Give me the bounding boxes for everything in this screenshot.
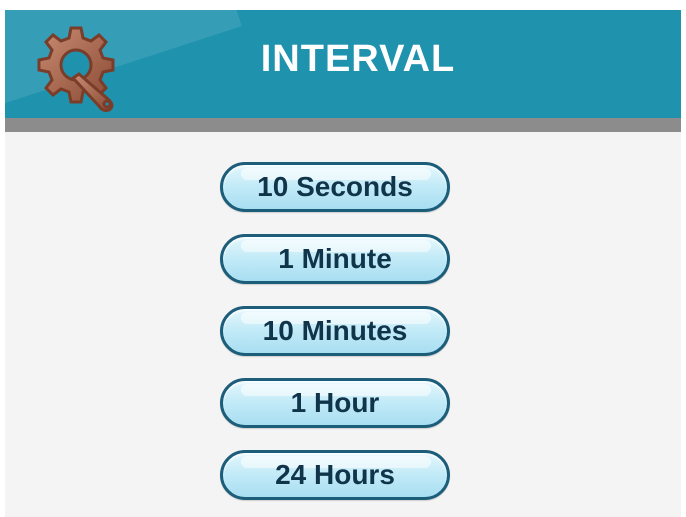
- page-title: INTERVAL: [260, 38, 456, 80]
- option-1-minute-button[interactable]: 1 Minute: [220, 234, 450, 284]
- option-label: 1 Hour: [290, 387, 380, 418]
- option-24-hours-button[interactable]: 24 Hours: [220, 450, 450, 500]
- option-10-minutes-button[interactable]: 10 Minutes: [220, 306, 450, 356]
- option-label: 10 Seconds: [257, 171, 413, 202]
- option-label: 24 Hours: [275, 459, 395, 490]
- header-bar: INTERVAL: [5, 10, 681, 118]
- option-1-hour-button[interactable]: 1 Hour: [220, 378, 450, 428]
- option-label: 10 Minutes: [262, 315, 408, 346]
- option-label: 1 Minute: [278, 243, 392, 274]
- header-divider: [5, 118, 681, 132]
- option-10-seconds-button[interactable]: 10 Seconds: [220, 162, 450, 212]
